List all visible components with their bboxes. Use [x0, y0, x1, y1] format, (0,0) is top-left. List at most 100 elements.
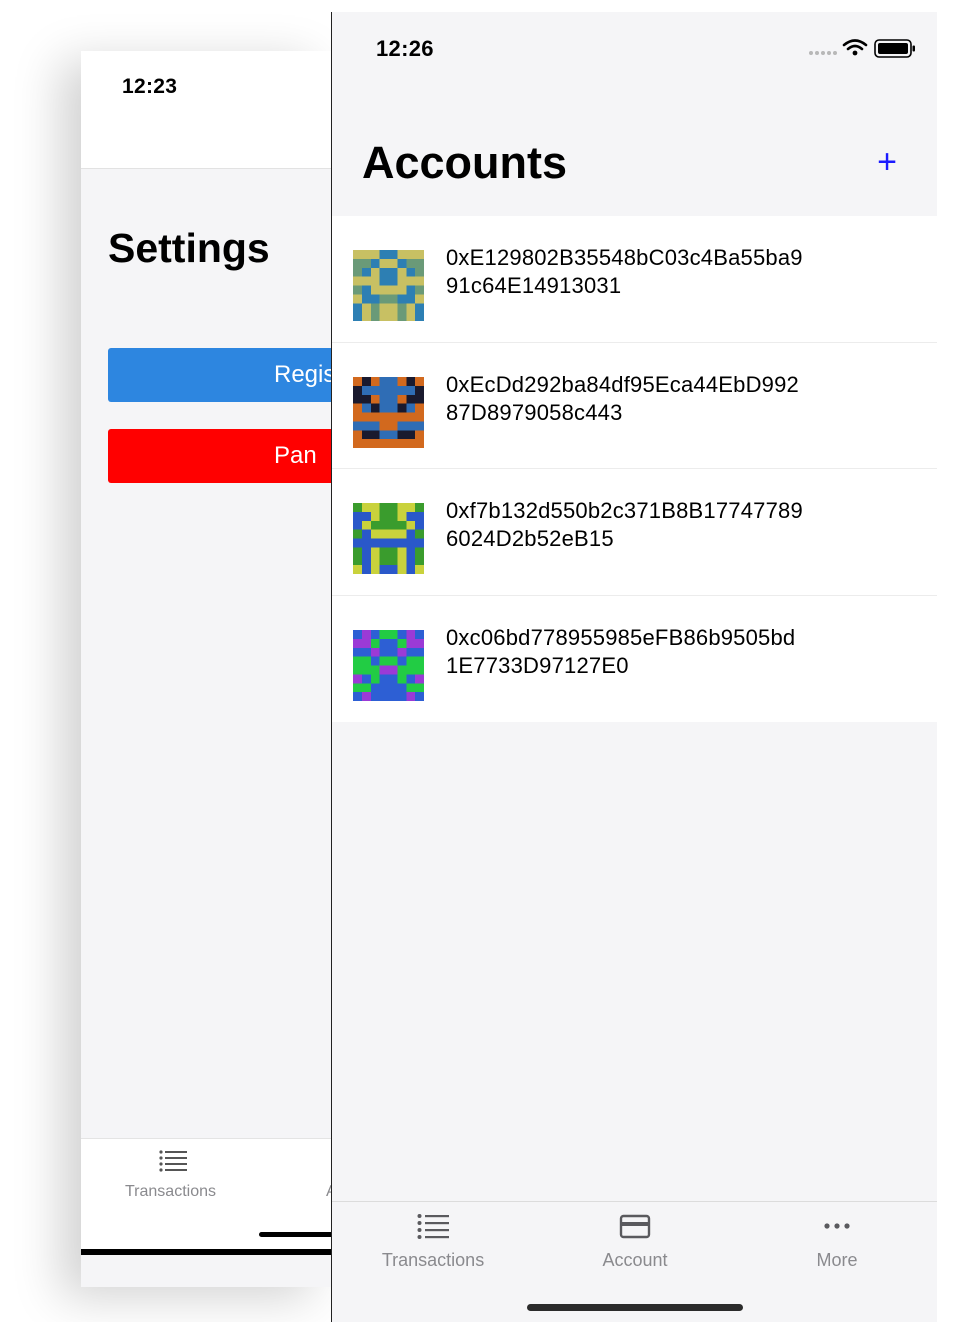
identicon-pixel: [406, 556, 416, 566]
identicon-pixel: [370, 412, 380, 421]
identicon-pixel: [397, 376, 407, 386]
identicon-pixel: [388, 503, 398, 512]
identicon-pixel: [353, 385, 362, 395]
identicon-pixel: [361, 691, 371, 701]
identicon-pixel: [406, 385, 416, 395]
identicon-pixel: [353, 547, 362, 557]
identicon-pixel: [370, 385, 380, 395]
identicon-pixel: [370, 250, 380, 259]
identicon-pixel: [379, 529, 389, 539]
identicon-pixel: [397, 294, 407, 304]
identicon-pixel: [415, 250, 424, 259]
identicon-pixel: [406, 250, 416, 259]
identicon-pixel: [353, 682, 362, 692]
account-row[interactable]: 0xE129802B35548bC03c4Ba55ba991c64E149130…: [332, 216, 937, 343]
identicon-pixel: [379, 267, 389, 277]
identicon-pixel: [388, 285, 398, 295]
identicon-pixel: [370, 673, 380, 683]
identicon-pixel: [353, 403, 362, 412]
home-indicator: [527, 1304, 743, 1311]
identicon-pixel: [406, 303, 416, 313]
identicon-pixel: [388, 429, 398, 439]
identicon-pixel: [397, 312, 407, 321]
account-address: 0xEcDd292ba84df95Eca44EbD99287D8979058c4…: [446, 371, 799, 425]
register-button[interactable]: Regis: [108, 348, 331, 402]
identicon-pixel: [370, 303, 380, 313]
identicon-pixel: [415, 420, 424, 430]
account-row[interactable]: 0xf7b132d550b2c371B8B177477896024D2b52eB…: [332, 469, 937, 596]
account-row[interactable]: 0xc06bd778955985eFB86b9505bd1E7733D97127…: [332, 596, 937, 723]
identicon-pixel: [353, 250, 362, 259]
identicon-pixel: [388, 438, 398, 448]
identicon-pixel: [379, 394, 389, 404]
settings-tab-transactions[interactable]: Transactions: [125, 1183, 216, 1201]
identicon-pixel: [388, 258, 398, 268]
identicon-pixel: [370, 682, 380, 692]
identicon-pixel: [415, 511, 424, 521]
identicon-pixel: [370, 294, 380, 304]
identicon-pixel: [397, 682, 407, 692]
add-account-button[interactable]: +: [871, 145, 903, 179]
identicon-pixel: [415, 529, 424, 539]
identicon-pixel: [415, 412, 424, 421]
list-icon: [417, 1214, 449, 1239]
identicon-pixel: [415, 429, 424, 439]
identicon-pixel: [353, 267, 362, 277]
identicon-pixel: [370, 529, 380, 539]
identicon-pixel: [388, 412, 398, 421]
identicon-pixel: [370, 276, 380, 286]
identicon-pixel: [397, 538, 407, 548]
identicon-pixel: [415, 520, 424, 530]
identicon-pixel: [388, 511, 398, 521]
identicon-pixel: [388, 250, 398, 259]
identicon-pixel: [415, 647, 424, 657]
signal-icon: [809, 51, 837, 55]
identicon-pixel: [397, 511, 407, 521]
identicon-pixel: [406, 438, 416, 448]
tab-more[interactable]: More: [736, 1202, 937, 1292]
identicon-pixel: [379, 682, 389, 692]
identicon-pixel: [370, 403, 380, 412]
identicon-pixel: [361, 312, 371, 321]
account-row[interactable]: 0xEcDd292ba84df95Eca44EbD99287D8979058c4…: [332, 343, 937, 469]
identicon-pixel: [361, 547, 371, 557]
identicon-pixel: [353, 520, 362, 530]
identicon-pixel: [379, 294, 389, 304]
identicon-pixel: [397, 665, 407, 674]
identicon-pixel: [388, 267, 398, 277]
identicon-pixel: [370, 438, 380, 448]
identicon-pixel: [388, 294, 398, 304]
identicon-pixel: [388, 629, 398, 639]
identicon-pixel: [406, 529, 416, 539]
settings-home-indicator: [259, 1232, 331, 1237]
identicon-pixel: [388, 656, 398, 665]
identicon-pixel: [361, 656, 371, 665]
identicon-pixel: [370, 420, 380, 430]
identicon-pixel: [406, 682, 416, 692]
identicon-pixel: [361, 511, 371, 521]
identicon-pixel: [379, 429, 389, 439]
identicon-pixel: [397, 303, 407, 313]
identicon-pixel: [353, 276, 362, 286]
tab-account[interactable]: Account: [534, 1202, 736, 1292]
identicon-pixel: [415, 503, 424, 512]
identicon-pixel: [361, 376, 371, 386]
identicon-pixel: [379, 250, 389, 259]
status-time: 12:26: [376, 36, 434, 61]
identicon-pixel: [370, 511, 380, 521]
identicon-pixel: [415, 294, 424, 304]
identicon-pixel: [406, 673, 416, 683]
panic-button[interactable]: Pan: [108, 429, 331, 483]
identicon-pixel: [415, 438, 424, 448]
identicon-pixel: [397, 673, 407, 683]
identicon-pixel: [361, 429, 371, 439]
identicon-pixel: [379, 312, 389, 321]
account-address: 0xE129802B35548bC03c4Ba55ba991c64E149130…: [446, 245, 803, 298]
tab-transactions[interactable]: Transactions: [332, 1202, 534, 1292]
identicon-pixel: [415, 665, 424, 674]
identicon-pixel: [370, 565, 380, 574]
identicon-pixel: [370, 312, 380, 321]
identicon-pixel: [397, 656, 407, 665]
identicon-pixel: [361, 538, 371, 548]
identicon-pixel: [353, 412, 362, 421]
